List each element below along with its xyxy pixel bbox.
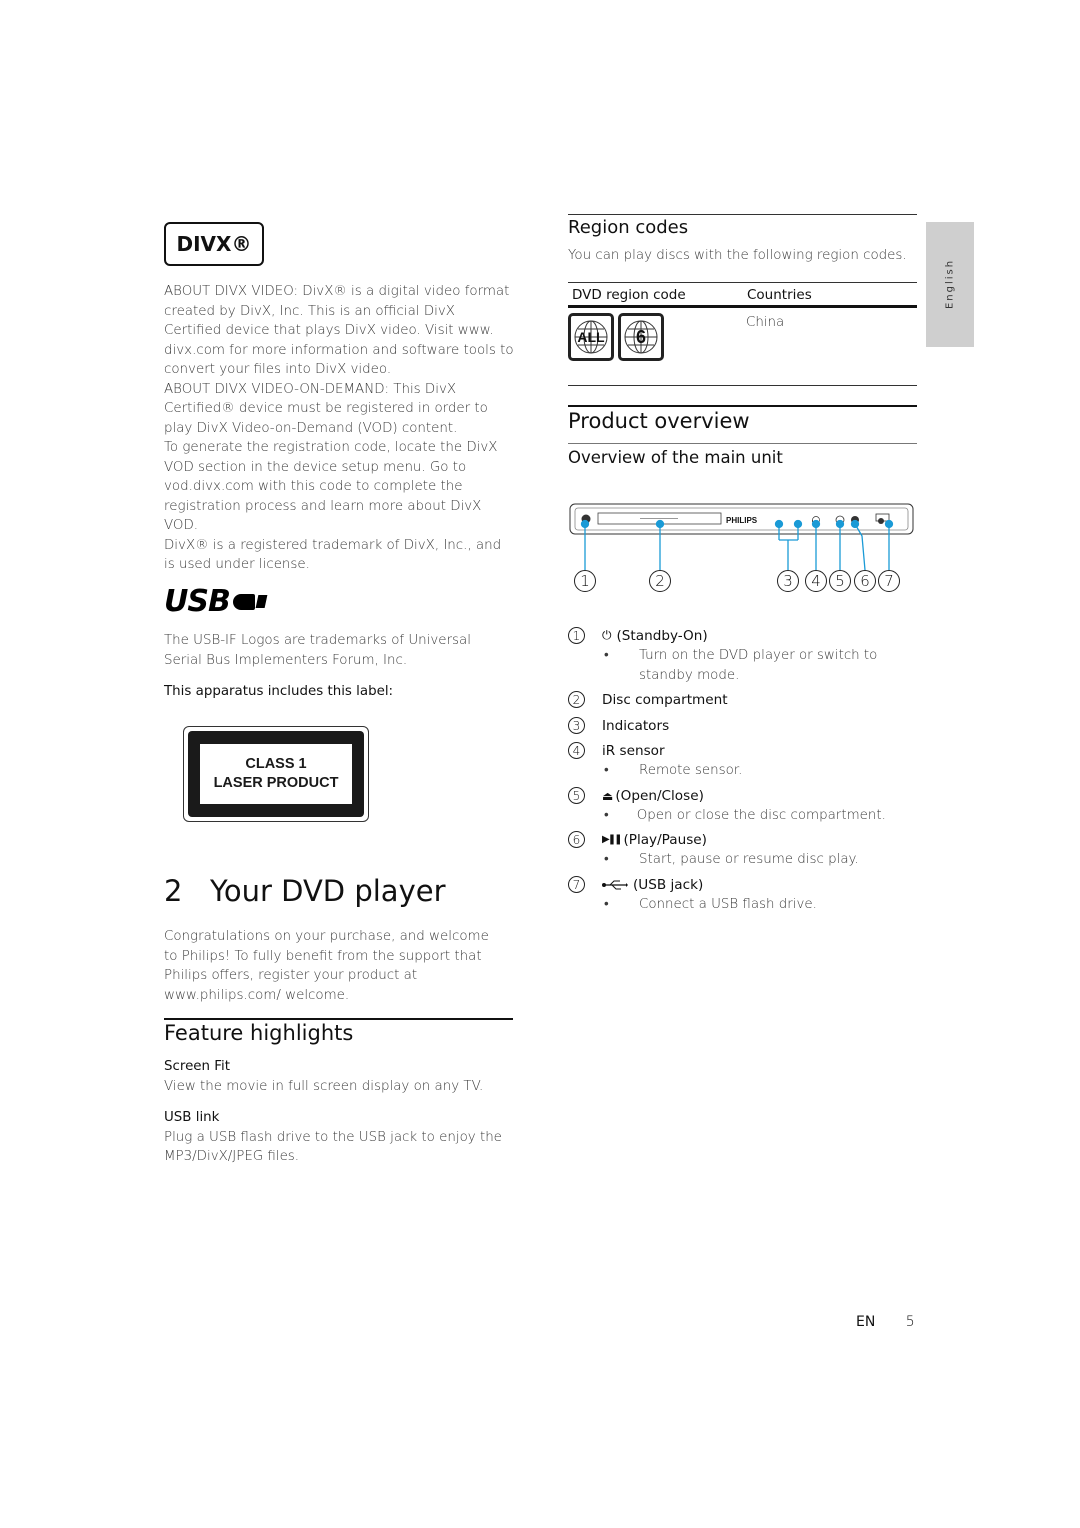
- divider: [568, 214, 917, 215]
- region-codes-table: DVD region code Countries ALL 6 China: [568, 282, 917, 386]
- chapter-number: 2: [164, 874, 183, 908]
- callout-6: 6: [854, 570, 876, 592]
- label-intro-text: This apparatus includes this label:: [164, 684, 394, 699]
- divider: [568, 405, 917, 407]
- feature-description: View the movie in full screen display on…: [164, 1078, 484, 1094]
- region-codes-title: Region codes: [568, 217, 689, 238]
- callout-7: 7: [878, 570, 900, 592]
- divider: [164, 1018, 513, 1020]
- front-panel-illustration: PHILIPS: [569, 503, 914, 570]
- overview-item: 6 ▶❚❚ (Play/Pause) • Start, pause or resu…: [568, 830, 908, 870]
- usb-logo: USB: [164, 584, 268, 619]
- divx-paragraph: DivX® is a registered trademark of DivX,…: [164, 537, 502, 573]
- usb-icon: [602, 880, 628, 890]
- region-codes-description: You can play discs with the following re…: [568, 248, 907, 263]
- power-icon: ⏻: [602, 628, 612, 642]
- overview-item: 2 Disc compartment: [568, 690, 908, 709]
- country-cell: China: [746, 315, 785, 330]
- feature-highlights-title: Feature highlights: [164, 1021, 354, 1045]
- dvd-player-diagram: PHILIPS 1 2 3 4 5 6 7: [568, 500, 918, 600]
- feature-description: Plug a USB flash drive to the USB jack t…: [164, 1129, 502, 1165]
- divx-paragraph: ABOUT DIVX VIDEO-ON-DEMAND: This DivX Ce…: [164, 381, 488, 436]
- chapter-title: 2 Your DVD player: [164, 874, 446, 908]
- language-tab: English: [926, 222, 974, 347]
- item-label: Indicators: [602, 717, 670, 734]
- item-description: Remote sensor.: [639, 763, 743, 778]
- feature-name: Screen Fit: [164, 1059, 230, 1074]
- region-all-icon: ALL: [568, 313, 614, 361]
- callout-1: 1: [574, 570, 596, 592]
- laser-product-text: LASER PRODUCT: [213, 775, 339, 791]
- svg-text:PHILIPS: PHILIPS: [726, 516, 758, 525]
- region-6-icon: 6: [618, 313, 664, 361]
- item-label: Disc compartment: [602, 691, 728, 708]
- item-label: (USB jack): [633, 876, 704, 893]
- overview-item: 1 ⏻ (Standby-On) • Turn on the DVD player…: [568, 626, 908, 685]
- item-description: Open or close the disc compartment.: [636, 808, 886, 823]
- divx-about-text: ABOUT DIVX VIDEO: DivX® is a digital vid…: [164, 282, 514, 575]
- divx-paragraph: ABOUT DIVX VIDEO: DivX® is a digital vid…: [164, 284, 514, 377]
- item-label: (Standby-On): [616, 627, 708, 644]
- callout-5: 5: [829, 570, 851, 592]
- overview-item: 3 Indicators: [568, 716, 908, 735]
- divx-logo: DIVX®: [164, 222, 264, 266]
- item-description: Connect a USB flash drive.: [639, 897, 817, 912]
- overview-item: 5 ⏏ (Open/Close) • Open or close the disc…: [568, 786, 908, 826]
- divider: [568, 443, 917, 444]
- callout-2: 2: [649, 570, 671, 592]
- page-footer: EN 5: [856, 1314, 915, 1330]
- language-tab-label: English: [944, 258, 956, 310]
- feature-name: USB link: [164, 1110, 220, 1125]
- item-label: (Play/Pause): [623, 831, 707, 848]
- chapter-title-text: Your DVD player: [210, 874, 446, 908]
- overview-item: 7 (USB jack) • Connect a USB flash drive.: [568, 875, 908, 915]
- item-description: Start, pause or resume disc play.: [639, 852, 859, 867]
- overview-item: 4 iR sensor • Remote sensor.: [568, 741, 908, 781]
- laser-class-text: CLASS 1: [245, 756, 307, 772]
- divx-paragraph: To generate the registration code, locat…: [164, 440, 498, 533]
- play-pause-icon: ▶❚❚: [602, 834, 623, 845]
- usb-trademark-text: The USB-IF Logos are trademarks of Unive…: [164, 633, 471, 668]
- item-label: (Open/Close): [615, 787, 704, 804]
- item-label: iR sensor: [602, 742, 665, 759]
- column-header: Countries: [747, 287, 812, 303]
- laser-product-label: CLASS 1 LASER PRODUCT: [183, 726, 369, 822]
- table-header: DVD region code Countries: [568, 283, 917, 305]
- eject-icon: ⏏: [602, 788, 614, 803]
- column-header: DVD region code: [572, 287, 686, 303]
- callout-3: 3: [777, 570, 799, 592]
- callout-4: 4: [805, 570, 827, 592]
- feature-item: USB link Plug a USB flash drive to the U…: [164, 1108, 509, 1167]
- item-description: Turn on the DVD player or switch to stan…: [639, 648, 878, 683]
- intro-text: Congratulations on your purchase, and we…: [164, 929, 489, 1003]
- region-code-icons: ALL 6: [568, 313, 746, 368]
- footer-lang: EN: [856, 1314, 876, 1330]
- table-row: ALL 6 China: [568, 308, 917, 378]
- product-overview-title: Product overview: [568, 409, 750, 433]
- feature-item: Screen Fit View the movie in full screen…: [164, 1057, 514, 1096]
- page-number: 5: [905, 1314, 915, 1330]
- main-unit-subtitle: Overview of the main unit: [568, 448, 783, 467]
